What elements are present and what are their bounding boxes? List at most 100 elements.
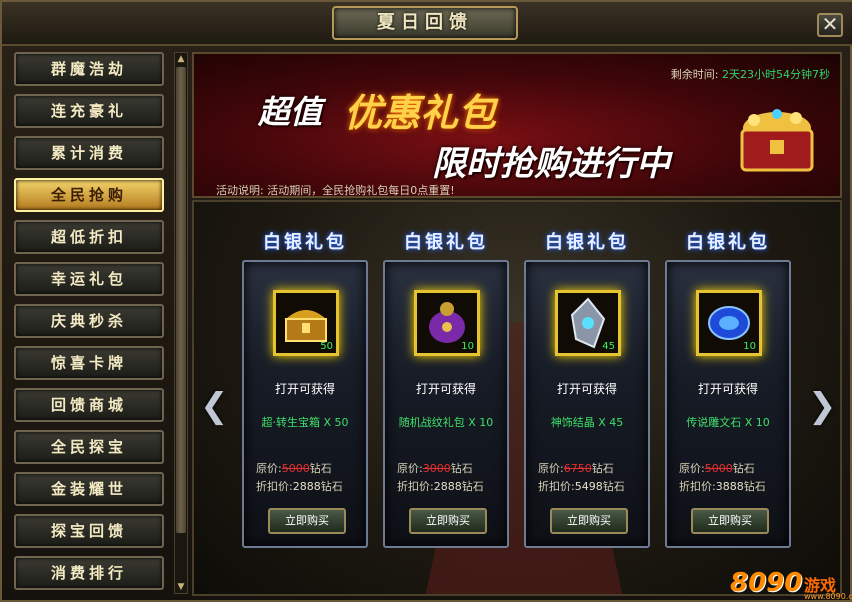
sidebar-item-label: 累计消费 xyxy=(50,144,127,162)
sidebar-item-3[interactable]: 累计消费 xyxy=(14,136,164,170)
item-quantity: 50 xyxy=(320,341,333,352)
item-slot[interactable]: 50 xyxy=(273,290,339,356)
currency-label: 钻石 xyxy=(309,462,332,475)
sidebar-item-label: 金装耀世 xyxy=(50,480,127,498)
pack-name: 白银礼包 xyxy=(686,232,770,253)
original-price-row: 原价:6750钻石 xyxy=(538,460,614,476)
reward-text: 超·转生宝箱 X 50 xyxy=(261,416,349,429)
sidebar-item-label: 回馈商城 xyxy=(50,396,127,414)
title-bar: 夏日回馈 ✕ xyxy=(2,2,852,46)
item-quantity: 10 xyxy=(461,341,474,352)
original-price-label: 原价: xyxy=(679,462,705,475)
item-quantity: 10 xyxy=(743,341,756,352)
scroll-down-icon[interactable]: ▼ xyxy=(175,581,187,593)
obtain-label: 打开可获得 xyxy=(274,382,335,396)
buy-now-button[interactable]: 立即购买 xyxy=(268,508,346,534)
reward-text: 随机战纹礼包 X 10 xyxy=(398,416,494,429)
title-plate: 夏日回馈 xyxy=(332,6,518,40)
remaining-time: 剩余时间: 2天23小时54分钟7秒 xyxy=(671,66,830,82)
sidebar-item-label: 幸运礼包 xyxy=(50,270,127,288)
original-price-row: 原价:5000钻石 xyxy=(256,460,332,476)
event-window: 夏日回馈 ✕ 群魔浩劫 连充豪礼 累计消费 全民抢购 超低折扣 幸运礼包 庆典秒… xyxy=(0,0,852,602)
window-title: 夏日回馈 xyxy=(377,12,473,33)
discount-price-row: 折扣价:2888钻石 xyxy=(256,478,343,494)
banner-flash-sale: 限时抢购进行中 xyxy=(432,144,670,184)
remaining-time-label: 剩余时间: xyxy=(670,68,719,81)
pack-name: 白银礼包 xyxy=(263,232,347,253)
obtain-label: 打开可获得 xyxy=(697,382,758,396)
original-price: 5000 xyxy=(281,462,310,475)
reward-text: 传说雕文石 X 10 xyxy=(686,416,770,429)
sidebar-scrollbar[interactable]: ▲ ▼ xyxy=(174,52,188,594)
discount-price: 2888 xyxy=(292,480,321,493)
sidebar-item-label: 惊喜卡牌 xyxy=(50,354,127,372)
item-slot[interactable]: 10 xyxy=(696,290,762,356)
prev-page-arrow-icon[interactable]: ❮ xyxy=(200,384,229,430)
currency-label: 钻石 xyxy=(591,462,614,475)
close-button[interactable]: ✕ xyxy=(817,13,843,37)
sidebar-item-11[interactable]: 金装耀世 xyxy=(14,472,164,506)
remaining-time-value: 2天23小时54分钟7秒 xyxy=(722,68,830,81)
sidebar: 群魔浩劫 连充豪礼 累计消费 全民抢购 超低折扣 幸运礼包 庆典秒杀 惊喜卡牌 … xyxy=(10,48,172,596)
next-page-arrow-icon[interactable]: ❯ xyxy=(808,384,837,430)
discount-price-label: 折扣价: xyxy=(538,480,575,493)
currency-label: 钻石 xyxy=(461,480,484,493)
sidebar-item-9[interactable]: 回馈商城 xyxy=(14,388,164,422)
offer-card-body: 45 打开可获得 神饰结晶 X 45 原价:6750钻石 折扣价:5498钻石 … xyxy=(524,260,650,548)
original-price-row: 原价:3000钻石 xyxy=(397,460,473,476)
item-slot[interactable]: 45 xyxy=(555,290,621,356)
sidebar-item-6[interactable]: 幸运礼包 xyxy=(14,262,164,296)
discount-price-label: 折扣价: xyxy=(256,480,293,493)
discount-price-row: 折扣价:2888钻石 xyxy=(397,478,484,494)
obtain-label: 打开可获得 xyxy=(556,382,617,396)
scroll-up-icon[interactable]: ▲ xyxy=(175,53,187,65)
pack-name: 白银礼包 xyxy=(404,232,488,253)
sidebar-item-4[interactable]: 全民抢购 xyxy=(14,178,164,212)
event-description: 活动说明: 活动期间，全民抢购礼包每日0点重置! xyxy=(216,184,455,197)
reward-text: 神饰结晶 X 45 xyxy=(550,416,624,429)
sidebar-item-label: 全民探宝 xyxy=(50,438,127,456)
currency-label: 钻石 xyxy=(450,462,473,475)
item-quantity: 45 xyxy=(602,341,615,352)
sidebar-item-12[interactable]: 探宝回馈 xyxy=(14,514,164,548)
sidebar-item-13[interactable]: 消费排行 xyxy=(14,556,164,590)
sidebar-item-label: 庆典秒杀 xyxy=(50,312,127,330)
sidebar-item-label: 探宝回馈 xyxy=(50,522,127,540)
sidebar-item-label: 全民抢购 xyxy=(50,186,127,204)
promo-banner: 剩余时间: 2天23小时54分钟7秒 超值 优惠礼包 限时抢购进行中 活动说明:… xyxy=(192,52,842,198)
buy-now-button[interactable]: 立即购买 xyxy=(550,508,628,534)
currency-label: 钻石 xyxy=(602,480,625,493)
discount-price: 2888 xyxy=(433,480,462,493)
item-slot[interactable]: 10 xyxy=(414,290,480,356)
site-watermark-logo: 8090 游戏 www.8090.com xyxy=(730,554,852,601)
offer-card-body: 10 打开可获得 传说雕文石 X 10 原价:5000钻石 折扣价:3888钻石… xyxy=(665,260,791,548)
watermark-url: www.8090.com xyxy=(804,592,852,601)
currency-label: 钻石 xyxy=(320,480,343,493)
sidebar-item-label: 连充豪礼 xyxy=(50,102,127,120)
sidebar-item-5[interactable]: 超低折扣 xyxy=(14,220,164,254)
discount-price: 5498 xyxy=(574,480,603,493)
original-price: 5000 xyxy=(704,462,733,475)
original-price-row: 原价:5000钻石 xyxy=(679,460,755,476)
sidebar-item-10[interactable]: 全民探宝 xyxy=(14,430,164,464)
discount-price-row: 折扣价:3888钻石 xyxy=(679,478,766,494)
buy-now-button[interactable]: 立即购买 xyxy=(409,508,487,534)
sidebar-item-2[interactable]: 连充豪礼 xyxy=(14,94,164,128)
original-price-label: 原价: xyxy=(256,462,282,475)
sidebar-item-8[interactable]: 惊喜卡牌 xyxy=(14,346,164,380)
discount-price-label: 折扣价: xyxy=(397,480,434,493)
banner-title: 优惠礼包 xyxy=(344,91,497,135)
offer-panel: ❮ ❯ 白银礼包 50 打开可获得 超·转生宝箱 X 50 原价:5000钻石 xyxy=(192,200,842,596)
buy-now-button[interactable]: 立即购买 xyxy=(691,508,769,534)
offer-card-body: 50 打开可获得 超·转生宝箱 X 50 原价:5000钻石 折扣价:2888钻… xyxy=(242,260,368,548)
sidebar-item-7[interactable]: 庆典秒杀 xyxy=(14,304,164,338)
offer-card-body: 10 打开可获得 随机战纹礼包 X 10 原价:3000钻石 折扣价:2888钻… xyxy=(383,260,509,548)
discount-price-label: 折扣价: xyxy=(679,480,716,493)
watermark-number: 8090 xyxy=(730,568,803,598)
original-price: 3000 xyxy=(422,462,451,475)
scroll-thumb[interactable] xyxy=(176,67,186,533)
sidebar-item-label: 消费排行 xyxy=(50,564,127,582)
discount-price: 3888 xyxy=(715,480,744,493)
sidebar-item-label: 群魔浩劫 xyxy=(50,60,127,78)
sidebar-item-1[interactable]: 群魔浩劫 xyxy=(14,52,164,86)
